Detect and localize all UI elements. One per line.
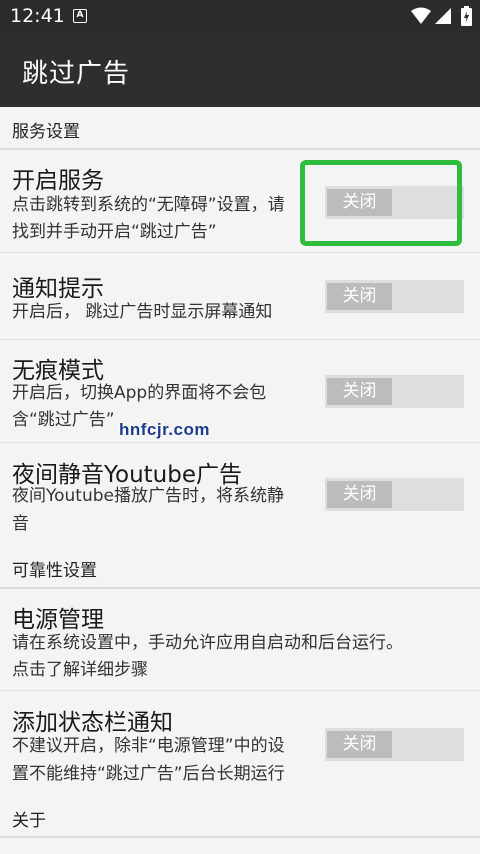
setting-status-bar-notification[interactable]: 添加状态栏通知 不建议开启，除非“电源管理”中的设 置不能维持“跳过广告”后台长… <box>0 691 480 795</box>
section-title-service: 服务设置 <box>12 122 80 142</box>
highlight-box <box>300 160 462 246</box>
setting-desc: 开启后， 跳过广告时显示屏幕通知 <box>12 302 273 322</box>
toggle-knob: 关闭 <box>327 731 392 758</box>
setting-power-management[interactable]: 电源管理 请在系统设置中，手动允许应用自启动和后台运行。 点击了解详细步骤 <box>0 589 480 689</box>
setting-notification[interactable]: 通知提示 开启后， 跳过广告时显示屏幕通知 关闭 <box>0 253 480 339</box>
setting-desc: 开启后，切换App的界面将不会包 <box>12 383 267 403</box>
setting-stealth-mode[interactable]: 无痕模式 开启后，切换App的界面将不会包 含“跳过广告” 关闭 <box>0 340 480 442</box>
section-header-about: 关于 <box>0 797 480 837</box>
signal-icon <box>435 8 451 24</box>
setting-night-mute[interactable]: 夜间静音Youtube广告 夜间Youtube播放广告时，将系统静 音 关闭 <box>0 443 480 547</box>
wifi-icon <box>411 7 431 24</box>
setting-desc: 请在系统设置中，手动允许应用自启动和后台运行。 <box>12 633 403 653</box>
toggle-knob: 关闭 <box>327 378 392 405</box>
app-bar: 跳过广告 <box>0 33 480 107</box>
setting-title: 开启服务 <box>12 168 104 194</box>
notification-a-icon: A <box>73 9 87 23</box>
setting-desc: 音 <box>12 514 29 534</box>
night-mute-toggle[interactable]: 关闭 <box>325 478 464 511</box>
setting-title: 添加状态栏通知 <box>12 710 173 736</box>
section-divider <box>0 836 480 838</box>
setting-title: 通知提示 <box>12 276 104 302</box>
section-title-about: 关于 <box>12 811 46 831</box>
section-header-reliability: 可靠性设置 <box>0 547 480 587</box>
setting-desc: 置不能维持“跳过广告”后台长期运行 <box>12 764 285 784</box>
toggle-knob: 关闭 <box>327 481 392 508</box>
status-time: 12:41 <box>10 5 65 27</box>
app-title: 跳过广告 <box>22 59 131 89</box>
setting-title: 电源管理 <box>12 607 104 633</box>
setting-desc: 不建议开启，除非“电源管理”中的设 <box>12 736 285 756</box>
section-header-service: 服务设置 <box>0 108 480 148</box>
status-bar: 12:41 A <box>0 0 480 33</box>
section-title-reliability: 可靠性设置 <box>12 561 97 581</box>
stealth-mode-toggle[interactable]: 关闭 <box>325 375 464 408</box>
setting-desc: 找到并手动开启“跳过广告” <box>12 222 217 242</box>
status-bar-notification-toggle[interactable]: 关闭 <box>325 728 464 761</box>
setting-desc: 夜间Youtube播放广告时，将系统静 <box>12 486 284 506</box>
setting-desc: 点击了解详细步骤 <box>12 660 148 680</box>
setting-desc: 点击跳转到系统的“无障碍”设置，请 <box>12 195 285 215</box>
watermark: hnfcjr.com <box>119 420 210 439</box>
notification-toggle[interactable]: 关闭 <box>325 280 464 313</box>
toggle-knob: 关闭 <box>327 283 392 310</box>
battery-charging-icon <box>461 6 472 26</box>
setting-desc: 含“跳过广告” <box>12 410 115 430</box>
